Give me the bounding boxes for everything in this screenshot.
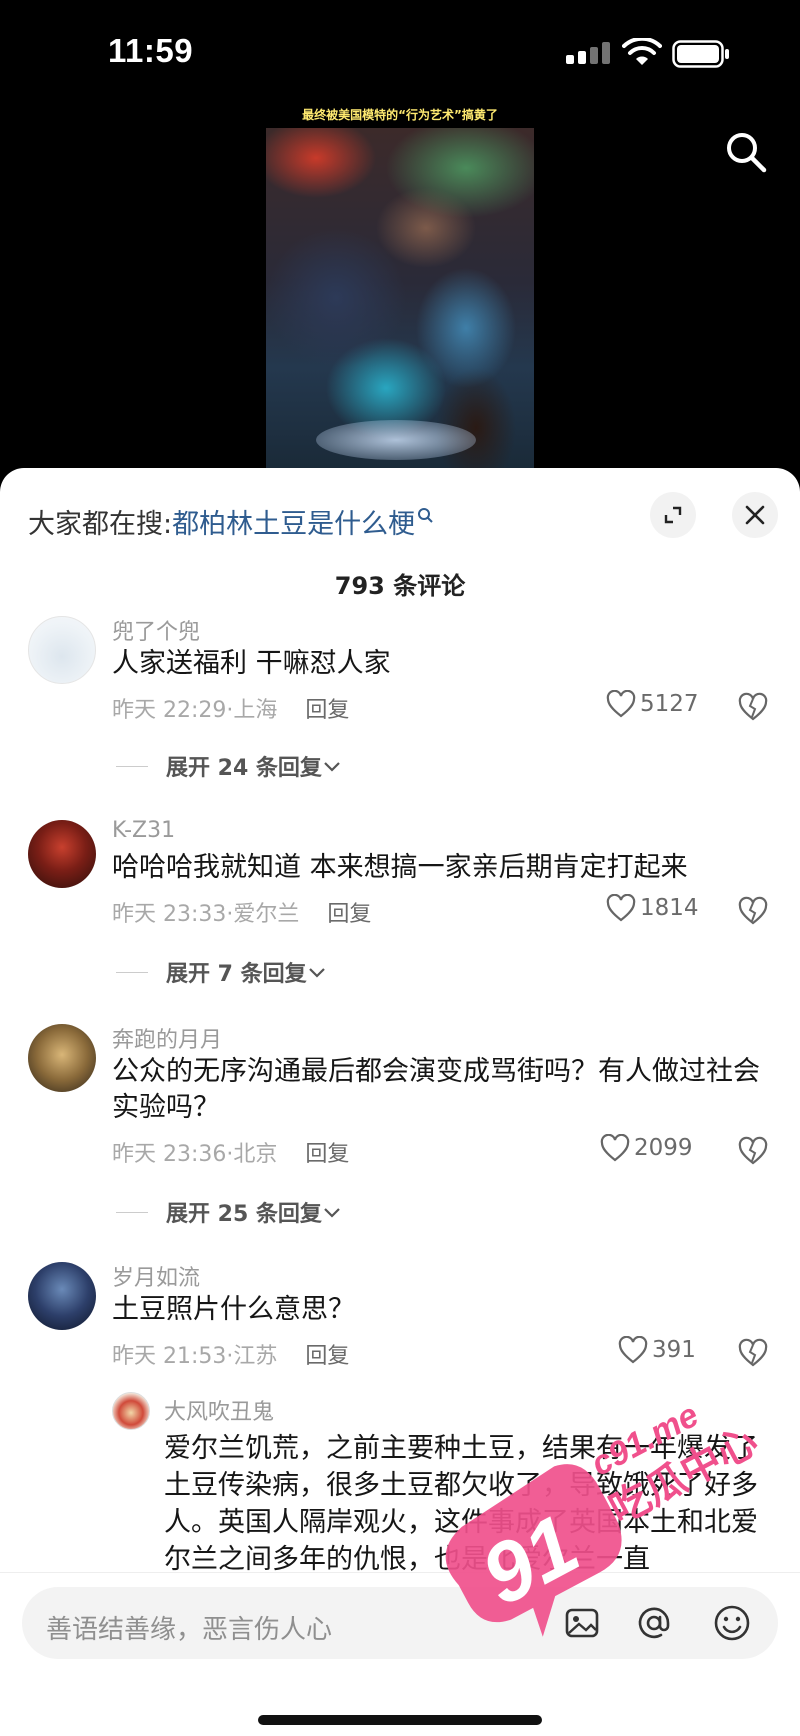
status-bar: 11:59 <box>0 0 800 110</box>
image-icon[interactable] <box>562 1603 602 1643</box>
comment-meta: 昨天 23:36·北京 回复 <box>112 1142 350 1167</box>
search-icon[interactable] <box>720 126 772 178</box>
close-icon <box>745 505 765 525</box>
expand-replies-button[interactable]: 展开 24 条回复 <box>116 750 342 782</box>
like-count: 2099 <box>634 1135 693 1161</box>
close-button[interactable] <box>732 492 778 538</box>
video-player[interactable] <box>266 128 534 470</box>
like-button[interactable]: 391 <box>618 1336 696 1364</box>
expand-replies-button[interactable]: 展开 7 条回复 <box>116 956 327 988</box>
comment-input-bar: 善语结善缘，恶言伤人心 <box>0 1572 800 1736</box>
avatar[interactable] <box>112 1392 150 1430</box>
expand-replies-button[interactable]: 展开 25 条回复 <box>116 1196 342 1228</box>
trending-search-keyword[interactable]: 都柏林土豆是什么梗 <box>172 509 415 540</box>
expand-replies-label: 展开 7 条回复 <box>166 962 307 987</box>
status-time: 11:59 <box>108 32 194 69</box>
comment-location: 上海 <box>233 698 278 723</box>
expand-icon <box>664 506 682 524</box>
comment-count: 793 条评论 <box>334 572 466 600</box>
like-count: 1814 <box>640 895 699 921</box>
dislike-heart-icon[interactable] <box>738 1136 768 1166</box>
signal-icon <box>566 42 610 64</box>
trending-search-prefix: 大家都在搜: <box>28 509 173 540</box>
comment-username[interactable]: K-Z31 <box>112 818 175 843</box>
comment-sheet: 大家都在搜:都柏林土豆是什么梗 793 条评论 兜了个兜 人家送福利 干嘛怼人家… <box>0 468 800 1736</box>
dislike-heart-icon[interactable] <box>738 692 768 722</box>
at-icon[interactable] <box>634 1603 674 1643</box>
reply-button[interactable]: 回复 <box>305 1142 349 1167</box>
small-search-icon <box>418 508 433 523</box>
heart-icon <box>606 894 636 922</box>
reply-button[interactable]: 回复 <box>327 902 371 927</box>
comment-username[interactable]: 大风吹丑鬼 <box>164 1394 274 1426</box>
expand-button[interactable] <box>650 492 696 538</box>
comment-location: 江苏 <box>233 1344 278 1369</box>
comment-username[interactable]: 兜了个兜 <box>112 614 200 646</box>
comment-time: 昨天 23:36 <box>112 1142 227 1167</box>
home-indicator <box>258 1715 542 1725</box>
chevron-down-icon <box>324 1208 340 1218</box>
avatar[interactable] <box>28 616 96 684</box>
comment-meta: 昨天 23:33·爱尔兰 回复 <box>112 902 372 927</box>
avatar[interactable] <box>28 1262 96 1330</box>
comment-time: 昨天 21:53 <box>112 1344 227 1369</box>
heart-icon <box>606 690 636 718</box>
heart-icon <box>600 1134 630 1162</box>
dislike-heart-icon[interactable] <box>738 1338 768 1368</box>
comment-meta: 昨天 21:53·江苏 回复 <box>112 1344 350 1369</box>
reply-button[interactable]: 回复 <box>305 698 349 723</box>
comment-input[interactable]: 善语结善缘，恶言伤人心 <box>22 1587 778 1659</box>
comment-text: 公众的无序沟通最后都会演变成骂街吗？有人做过社会实验吗？ <box>112 1056 760 1123</box>
like-count: 391 <box>652 1337 696 1363</box>
comment-username[interactable]: 奔跑的月月 <box>112 1022 222 1054</box>
avatar[interactable] <box>28 1024 96 1092</box>
comment-username[interactable]: 岁月如流 <box>112 1260 200 1292</box>
comment-location: 爱尔兰 <box>233 902 300 927</box>
chevron-down-icon <box>324 762 340 772</box>
chevron-down-icon <box>308 968 325 978</box>
video-caption: 最终被美国模特的“行为艺术”搞黄了 <box>302 108 498 122</box>
avatar[interactable] <box>28 820 96 888</box>
comment-text: 爱尔兰饥荒，之前主要种土豆，结果有一年爆发了土豆传染病，很多土豆都欠收了，导致饿… <box>164 1433 758 1575</box>
like-button[interactable]: 5127 <box>606 690 699 718</box>
emoji-icon[interactable] <box>712 1603 752 1643</box>
comment-time: 昨天 22:29 <box>112 698 227 723</box>
reply-button[interactable]: 回复 <box>305 1344 349 1369</box>
comment-text: 人家送福利 干嘛怼人家 <box>112 648 391 679</box>
comment-text: 哈哈哈我就知道 本来想搞一家亲后期肯定打起来 <box>112 852 688 883</box>
like-button[interactable]: 1814 <box>606 894 699 922</box>
dislike-heart-icon[interactable] <box>738 896 768 926</box>
like-button[interactable]: 2099 <box>600 1134 693 1162</box>
like-count: 5127 <box>640 691 699 717</box>
expand-replies-label: 展开 25 条回复 <box>166 1202 322 1227</box>
battery-icon <box>672 40 729 68</box>
wifi-icon <box>622 38 662 65</box>
comment-location: 北京 <box>233 1142 278 1167</box>
comment-text: 土豆照片什么意思？ <box>112 1294 355 1325</box>
expand-replies-label: 展开 24 条回复 <box>166 756 322 781</box>
trending-search[interactable]: 大家都在搜:都柏林土豆是什么梗 <box>28 502 433 541</box>
comment-input-placeholder: 善语结善缘，恶言伤人心 <box>46 1615 333 1645</box>
comment-time: 昨天 23:33 <box>112 902 227 927</box>
comment-meta: 昨天 22:29·上海 回复 <box>112 698 350 723</box>
heart-icon <box>618 1336 648 1364</box>
